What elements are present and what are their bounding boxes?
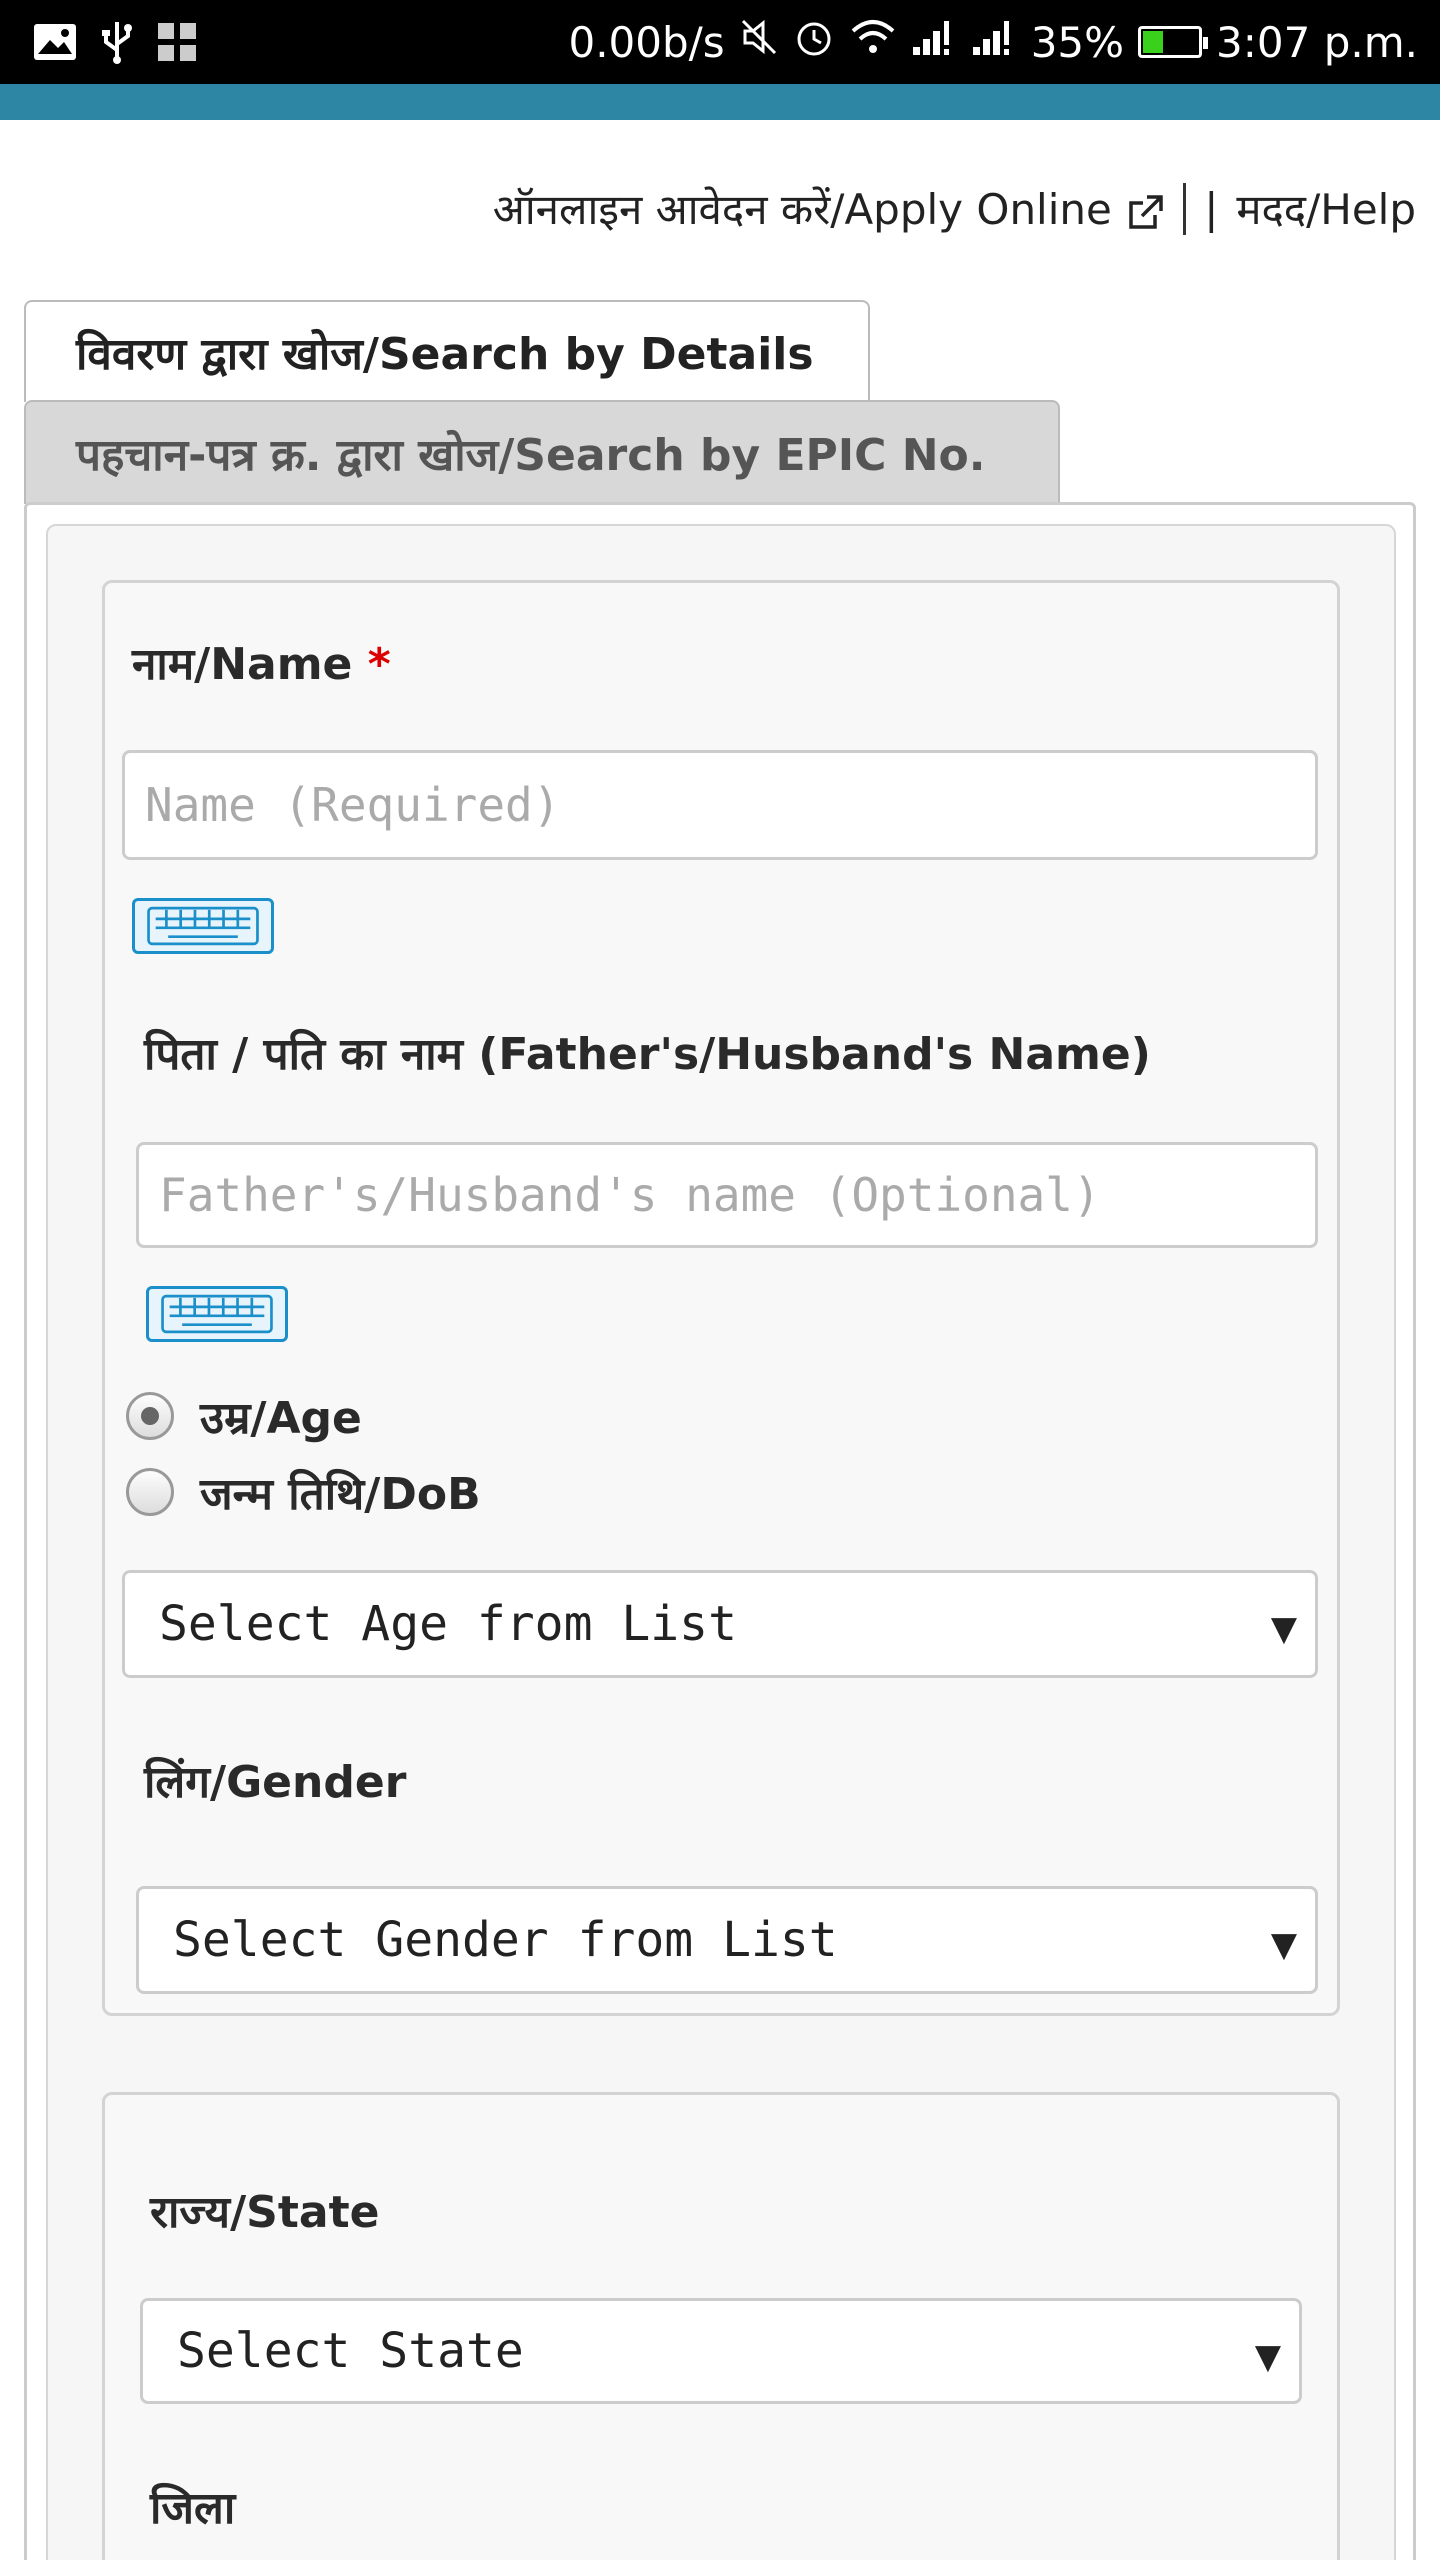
external-link-icon [1129, 194, 1163, 229]
required-mark: * [367, 639, 391, 690]
dropdown-arrow-icon: ▼ [1270, 1925, 1297, 1965]
tab-search-by-details[interactable]: विवरण द्वारा खोज/Search by Details [24, 300, 870, 402]
name-label: नाम/Name * [132, 632, 391, 692]
state-select[interactable]: Select State ▼ [140, 2298, 1302, 2404]
signal-icon-2 [971, 18, 1017, 67]
keyboard-icon [147, 906, 259, 946]
age-radio[interactable] [126, 1392, 174, 1440]
status-bar-system: 0.00b/s 35% 3:07 p.m. [568, 0, 1418, 84]
battery-icon [1138, 26, 1209, 58]
father-name-input[interactable] [136, 1142, 1318, 1248]
usb-icon [100, 20, 134, 69]
age-radio-option[interactable]: उम्र/Age [126, 1386, 362, 1446]
age-select-value: Select Age from List [159, 1596, 737, 1652]
dropdown-arrow-icon: ▼ [1254, 2337, 1281, 2377]
image-icon [32, 22, 78, 67]
alarm-icon [793, 16, 835, 68]
apps-icon [156, 21, 198, 68]
battery-percent: 35% [1030, 17, 1125, 67]
wifi-icon [849, 17, 897, 67]
name-label-text: नाम/Name [132, 639, 353, 690]
gender-select-value: Select Gender from List [173, 1912, 838, 1968]
gender-label: लिंग/Gender [144, 1757, 407, 1808]
gender-select[interactable]: Select Gender from List ▼ [136, 1886, 1318, 1994]
status-bar-notifications [32, 20, 198, 69]
apply-online-label: ऑनलाइन आवेदन करें/Apply Online [492, 185, 1112, 234]
apply-online-link[interactable]: ऑनलाइन आवेदन करें/Apply Online [493, 180, 1166, 237]
state-select-value: Select State [177, 2323, 524, 2379]
age-radio-label: उम्र/Age [200, 1393, 362, 1444]
signal-icon [911, 18, 957, 67]
name-input[interactable] [122, 750, 1318, 860]
district-label: जिला [150, 2483, 236, 2534]
dob-radio-label: जन्म तिथि/DoB [200, 1469, 481, 1520]
father-name-label: पिता / पति का नाम (Father's/Husband's Na… [144, 1029, 1151, 1080]
battery-fill [1143, 31, 1164, 53]
state-label: राज्य/State [150, 2187, 380, 2238]
dob-radio[interactable] [126, 1468, 174, 1516]
father-keyboard-button[interactable] [146, 1286, 288, 1342]
link-divider-bar [1183, 182, 1187, 235]
help-link[interactable]: मदद/Help [1236, 180, 1416, 237]
age-select[interactable]: Select Age from List ▼ [122, 1570, 1318, 1678]
tab-search-by-epic[interactable]: पहचान-पत्र क्र. द्वारा खोज/Search by EPI… [24, 400, 1060, 504]
header-accent-bar [0, 84, 1440, 120]
name-keyboard-button[interactable] [132, 898, 274, 954]
link-divider: | [1204, 184, 1219, 233]
top-links: ऑनलाइन आवेदन करें/Apply Online | मदद/Hel… [493, 180, 1416, 237]
clock: 3:07 p.m. [1216, 17, 1418, 67]
dob-radio-option[interactable]: जन्म तिथि/DoB [126, 1462, 481, 1522]
mute-icon [739, 17, 779, 67]
keyboard-icon [161, 1294, 273, 1334]
status-bar: 0.00b/s 35% 3:07 p.m. [0, 0, 1440, 84]
dropdown-arrow-icon: ▼ [1270, 1609, 1297, 1649]
network-speed: 0.00b/s [568, 17, 725, 67]
